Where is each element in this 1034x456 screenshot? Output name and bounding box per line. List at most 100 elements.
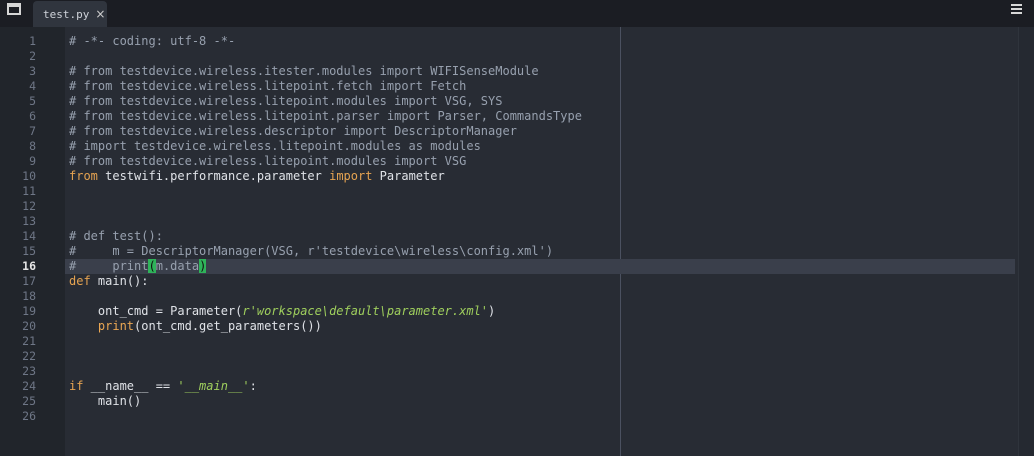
code-line[interactable]: 8 # import testdevice.wireless.litepoint.… bbox=[0, 139, 1019, 154]
code-token: def bbox=[69, 274, 91, 288]
code-token: # from testdevice.wireless.descriptor im… bbox=[69, 124, 517, 138]
code-token: # from testdevice.wireless.litepoint.mod… bbox=[69, 94, 503, 108]
code-token: : bbox=[249, 379, 257, 393]
code-line[interactable]: 23 bbox=[0, 364, 1019, 379]
line-code: ont_cmd = Parameter(r'workspace\default\… bbox=[69, 304, 495, 319]
line-number: 13 bbox=[22, 214, 36, 228]
line-number: 3 bbox=[29, 64, 36, 78]
code-line[interactable]: 12 bbox=[0, 199, 1019, 214]
line-number: 7 bbox=[29, 124, 36, 138]
code-line[interactable]: 17 def main(): bbox=[0, 274, 1019, 289]
code-line[interactable]: 1 # -*- coding: utf-8 -*- bbox=[0, 34, 1019, 49]
line-number: 8 bbox=[29, 139, 36, 153]
code-line[interactable]: 22 bbox=[0, 349, 1019, 364]
line-number: 4 bbox=[29, 79, 36, 93]
code-token: (ont_cmd.get_parameters()) bbox=[134, 319, 322, 333]
line-number: 11 bbox=[22, 184, 36, 198]
code-lines: 1 # -*- coding: utf-8 -*- 2 3 # from testdev… bbox=[0, 34, 1019, 424]
line-number: 26 bbox=[22, 409, 36, 423]
line-code: from testwifi.performance.parameter impo… bbox=[69, 169, 445, 184]
line-number: 5 bbox=[29, 94, 36, 108]
code-line[interactable]: 4 # from testdevice.wireless.litepoint.fe… bbox=[0, 79, 1019, 94]
code-token: # from testdevice.wireless.litepoint.mod… bbox=[69, 154, 467, 168]
line-code: if __name__ == '__main__': bbox=[69, 379, 257, 394]
code-token: (): bbox=[126, 274, 149, 288]
line-number: 15 bbox=[22, 244, 36, 258]
code-line[interactable]: 2 bbox=[0, 49, 1019, 64]
active-line-highlight bbox=[65, 259, 1015, 274]
code-line[interactable]: 18 bbox=[0, 289, 1019, 304]
line-number: 16 bbox=[22, 259, 36, 273]
line-number: 21 bbox=[22, 334, 36, 348]
line-code: # from testdevice.wireless.litepoint.mod… bbox=[69, 94, 502, 109]
line-code: def main(): bbox=[69, 274, 149, 289]
code-line[interactable]: 9 # from testdevice.wireless.litepoint.mo… bbox=[0, 154, 1019, 169]
code-line[interactable]: 3 # from testdevice.wireless.itester.modu… bbox=[0, 64, 1019, 79]
code-line[interactable]: 25 main() bbox=[0, 394, 1019, 409]
code-line[interactable]: 19 ont_cmd = Parameter(r'workspace\defau… bbox=[0, 304, 1019, 319]
code-line[interactable]: 21 bbox=[0, 334, 1019, 349]
code-line[interactable]: 26 bbox=[0, 409, 1019, 424]
code-token: main() bbox=[69, 394, 142, 408]
code-token: # -*- coding: utf-8 -*- bbox=[69, 34, 236, 48]
code-token: from bbox=[69, 169, 98, 183]
hamburger-menu-icon[interactable] bbox=[1011, 4, 1022, 14]
code-token: m.data bbox=[155, 259, 200, 273]
editor-window: test.py × 1 # -*- coding: utf-8 -*- 2 3 # fr… bbox=[0, 0, 1034, 456]
line-number: 2 bbox=[29, 49, 36, 63]
sidebar-toggle-icon[interactable] bbox=[7, 3, 21, 15]
code-token: ) bbox=[488, 304, 496, 318]
vertical-scrollbar[interactable] bbox=[1018, 27, 1034, 456]
line-number: 20 bbox=[22, 319, 36, 333]
code-token: print bbox=[97, 319, 135, 333]
line-code: # from testdevice.wireless.itester.modul… bbox=[69, 64, 539, 79]
code-line[interactable]: 15 # m = DescriptorManager(VSG, r'testdev… bbox=[0, 244, 1019, 259]
line-code: # def test(): bbox=[69, 229, 163, 244]
line-code: # from testdevice.wireless.litepoint.fet… bbox=[69, 79, 466, 94]
close-icon[interactable]: × bbox=[95, 7, 105, 21]
line-code: main() bbox=[69, 394, 141, 409]
line-code: # from testdevice.wireless.descriptor im… bbox=[69, 124, 517, 139]
code-token: ont_cmd = Parameter( bbox=[69, 304, 243, 318]
tab-test-py[interactable]: test.py × bbox=[33, 1, 107, 27]
code-token: main bbox=[90, 274, 127, 288]
code-token: import bbox=[329, 169, 373, 183]
code-token: # print bbox=[69, 259, 149, 273]
line-number: 10 bbox=[22, 169, 36, 183]
code-token: # from testdevice.wireless.litepoint.fet… bbox=[69, 79, 467, 93]
code-line[interactable]: 24 if __name__ == '__main__': bbox=[0, 379, 1019, 394]
code-line[interactable]: 11 bbox=[0, 184, 1019, 199]
code-line[interactable]: 7 # from testdevice.wireless.descriptor i… bbox=[0, 124, 1019, 139]
code-token: # from testdevice.wireless.itester.modul… bbox=[69, 64, 539, 78]
code-line[interactable]: 6 # from testdevice.wireless.litepoint.pa… bbox=[0, 109, 1019, 124]
code-line[interactable]: 10 from testwifi.performance.parameter im… bbox=[0, 169, 1019, 184]
line-code: # from testdevice.wireless.litepoint.par… bbox=[69, 109, 582, 124]
line-code: # import testdevice.wireless.litepoint.m… bbox=[69, 139, 481, 154]
code-token: # def test(): bbox=[69, 229, 163, 243]
code-token: r'workspace\default\parameter.xml' bbox=[242, 304, 489, 318]
matching-bracket: ( bbox=[148, 259, 156, 273]
code-line[interactable]: 5 # from testdevice.wireless.litepoint.mo… bbox=[0, 94, 1019, 109]
code-token: __name__ == bbox=[83, 379, 178, 393]
tab-title: test.py bbox=[43, 7, 90, 21]
code-editor[interactable]: 1 # -*- coding: utf-8 -*- 2 3 # from testdev… bbox=[0, 27, 1034, 456]
code-line[interactable]: 14 # def test(): bbox=[0, 229, 1019, 244]
line-code: # m = DescriptorManager(VSG, r'testdevic… bbox=[69, 244, 553, 259]
line-number: 19 bbox=[22, 304, 36, 318]
code-line[interactable]: 16 # print(m.data) bbox=[0, 259, 1019, 274]
line-code: # from testdevice.wireless.litepoint.mod… bbox=[69, 154, 466, 169]
code-token: # m = DescriptorManager(VSG, r'testdevic… bbox=[69, 244, 554, 258]
code-line[interactable]: 13 bbox=[0, 214, 1019, 229]
code-token: if bbox=[69, 379, 84, 393]
code-token: # from testdevice.wireless.litepoint.par… bbox=[69, 109, 582, 123]
line-number: 14 bbox=[22, 229, 36, 243]
code-token: # import testdevice.wireless.litepoint.m… bbox=[69, 139, 481, 153]
line-number: 22 bbox=[22, 349, 36, 363]
line-number: 25 bbox=[22, 394, 36, 408]
line-code: print(ont_cmd.get_parameters()) bbox=[69, 319, 322, 334]
line-number: 12 bbox=[22, 199, 36, 213]
code-line[interactable]: 20 print(ont_cmd.get_parameters()) bbox=[0, 319, 1019, 334]
code-token: testwifi.performance.parameter bbox=[97, 169, 330, 183]
line-number: 1 bbox=[29, 34, 36, 48]
matching-bracket: ) bbox=[199, 259, 207, 273]
